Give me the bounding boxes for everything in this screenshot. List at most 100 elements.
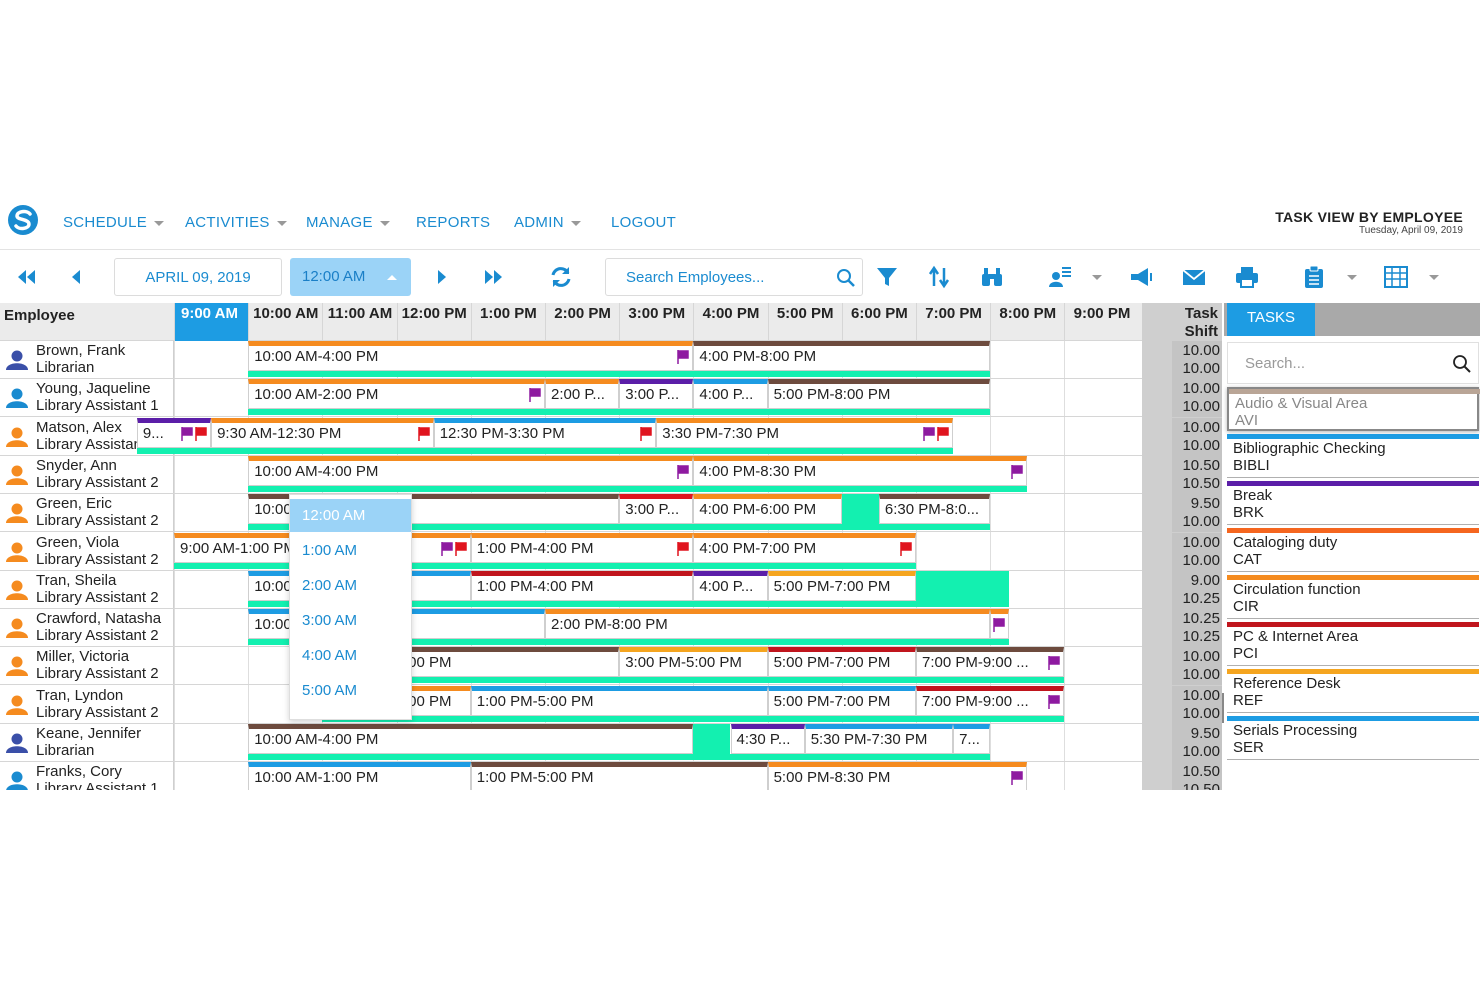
task-block[interactable]: 1:00 PM-4:00 PM [470, 532, 694, 563]
task-block[interactable]: 10:00 AM-4:00 PM [248, 724, 694, 754]
task-block[interactable]: 2:00 PM-8:00 PM [545, 609, 991, 640]
task-block[interactable]: 7... [953, 724, 991, 754]
search-icon[interactable] [1452, 354, 1472, 374]
flag-icon[interactable] [923, 426, 935, 441]
flag-icon[interactable] [1011, 771, 1024, 786]
employee-name[interactable]: Matson, Alex [36, 419, 122, 436]
hour-header[interactable]: 6:00 PM [841, 303, 916, 341]
hour-header[interactable]: 4:00 PM [693, 303, 767, 341]
clipboard-icon[interactable] [1301, 264, 1327, 290]
employee-row[interactable]: Franks, Cory Library Assistant 1 10.50 10.5… [0, 762, 1222, 790]
task-block[interactable]: 1:00 PM-4:00 PM [470, 570, 694, 601]
task-item-cat[interactable]: Cataloging duty CAT [1227, 528, 1479, 572]
task-item-brk[interactable]: Break BRK [1227, 481, 1479, 525]
refresh-icon[interactable] [548, 264, 574, 290]
hour-header[interactable]: 2:00 PM [545, 303, 619, 341]
flag-icon[interactable] [992, 618, 1005, 633]
assign-icon[interactable] [1047, 264, 1073, 290]
task-block[interactable]: 5:00 PM-7:00 PM [767, 647, 916, 678]
task-block[interactable]: 10:00 AM-2:00 PM [248, 379, 545, 410]
employee-name[interactable]: Tran, Lyndon [36, 687, 123, 704]
employee-row[interactable]: Matson, Alex Library Assistant 2 10.00 10.0… [0, 417, 1222, 456]
task-block[interactable]: 7:00 PM-9:00 ... [916, 647, 1065, 678]
task-block[interactable]: 3:00 PM-5:00 PM [619, 647, 768, 678]
employee-row[interactable]: Tran, Lyndon Library Assistant 2 10.00 10.0… [0, 685, 1222, 724]
task-block[interactable]: 4:00 PM-8:00 PM [693, 341, 991, 371]
flag-icon[interactable] [1048, 694, 1061, 709]
task-block[interactable]: 5:30 PM-7:30 PM [804, 724, 954, 754]
flag-icon[interactable] [677, 464, 690, 479]
task-block[interactable]: 12:30 PM-3:30 PM [433, 417, 657, 448]
email-icon[interactable] [1181, 264, 1207, 290]
nav-schedule[interactable]: SCHEDULE [63, 214, 165, 231]
task-block[interactable]: 4:00 PM-7:00 PM [693, 532, 916, 563]
task-block[interactable]: 4:00 P... [693, 379, 768, 410]
flag-icon[interactable] [181, 426, 193, 441]
employee-row[interactable]: Snyder, Ann Library Assistant 2 10.50 10.50… [0, 455, 1222, 494]
hour-header[interactable]: 3:00 PM [619, 303, 693, 341]
task-block[interactable]: 5:00 PM-8:30 PM [767, 762, 1028, 790]
employee-name[interactable]: Keane, Jennifer [36, 725, 141, 742]
first-page-icon[interactable] [14, 264, 40, 290]
employee-row[interactable]: Brown, Frank Librarian 10.00 10.00 10:00 AM-… [0, 341, 1222, 379]
employee-row[interactable]: Young, Jaqueline Library Assistant 1 10.00… [0, 379, 1222, 418]
flag-icon[interactable] [441, 541, 453, 556]
filter-icon[interactable] [874, 264, 900, 290]
nav-admin[interactable]: ADMIN [514, 214, 581, 231]
task-item-avi[interactable]: Audio & Visual Area AVI [1227, 387, 1480, 431]
unassigned-time[interactable] [693, 724, 731, 760]
employee-name[interactable]: Brown, Frank [36, 342, 125, 359]
tab-tasks[interactable]: TASKS [1227, 303, 1315, 336]
task-block[interactable]: 3:30 PM-7:30 PM [656, 417, 954, 448]
flag-icon[interactable] [417, 426, 430, 441]
employee-name[interactable]: Green, Eric [36, 495, 112, 512]
employee-name[interactable]: Crawford, Natasha [36, 610, 161, 627]
next-icon[interactable] [428, 264, 454, 290]
task-block[interactable]: 7:00 PM-9:00 ... [916, 685, 1065, 716]
hour-header[interactable]: 5:00 PM [767, 303, 842, 341]
task-block[interactable]: 4:00 PM-6:00 PM [693, 494, 842, 525]
task-block[interactable]: 5:00 PM-7:00 PM [767, 685, 916, 716]
task-item-bibli[interactable]: Bibliographic Checking BIBLI [1227, 434, 1479, 478]
task-block[interactable]: 2:00 P... [545, 379, 620, 410]
hour-header[interactable]: 11:00 AM [322, 303, 396, 341]
hour-header[interactable]: 9:00 PM [1064, 303, 1138, 341]
hour-header[interactable]: 9:00 AM [174, 303, 249, 341]
task-block[interactable]: 10:00 AM-4:00 PM [248, 455, 694, 486]
flag-icon[interactable] [529, 388, 541, 403]
flag-icon[interactable] [937, 426, 949, 441]
hour-header[interactable]: 12:00 PM [396, 303, 471, 341]
hour-header[interactable]: 1:00 PM [470, 303, 545, 341]
employee-row[interactable]: Green, Eric Library Assistant 2 9.50 10.00 1… [0, 494, 1222, 533]
time-option[interactable]: 4:00 AM [290, 639, 411, 672]
nav-logout[interactable]: LOGOUT [611, 214, 676, 231]
unassigned-time[interactable] [841, 494, 879, 531]
employee-search-input[interactable]: Search Employees... [605, 258, 863, 296]
task-block[interactable]: 9:30 AM-12:30 PM [211, 417, 434, 448]
assign-dropdown-caret[interactable] [1092, 275, 1102, 280]
flag-icon[interactable] [640, 426, 653, 441]
employee-name[interactable]: Tran, Sheila [36, 572, 116, 589]
print-icon[interactable] [1234, 264, 1260, 290]
grid-icon[interactable] [1383, 264, 1409, 290]
hour-header[interactable]: 7:00 PM [916, 303, 990, 341]
employee-row[interactable]: Green, Viola Library Assistant 2 10.00 10.0… [0, 532, 1222, 571]
employee-name[interactable]: Green, Viola [36, 534, 119, 551]
time-option[interactable]: 1:00 AM [290, 534, 411, 567]
employee-row[interactable]: Miller, Victoria Library Assistant 2 10.00… [0, 647, 1222, 686]
flag-icon[interactable] [1048, 656, 1061, 671]
task-block[interactable]: 5:00 PM-7:00 PM [767, 570, 916, 601]
task-block[interactable]: 4:00 PM-8:30 PM [693, 455, 1028, 486]
task-block[interactable]: 1:00 PM-5:00 PM [470, 685, 768, 716]
employee-name[interactable]: Franks, Cory [36, 763, 122, 780]
task-item-ref[interactable]: Reference Desk REF [1227, 669, 1479, 713]
task-block[interactable]: 1:00 PM-5:00 PM [470, 762, 768, 790]
task-block[interactable] [990, 609, 1009, 640]
time-select[interactable]: 12:00 AM [290, 258, 411, 296]
time-option[interactable]: 3:00 AM [290, 604, 411, 637]
hour-header[interactable]: 10:00 AM [248, 303, 322, 341]
nav-reports[interactable]: REPORTS [416, 214, 490, 231]
task-block[interactable]: 10:00 AM-4:00 PM [248, 341, 694, 371]
clipboard-dropdown-caret[interactable] [1347, 275, 1357, 280]
employee-name[interactable]: Young, Jaqueline [36, 380, 151, 397]
